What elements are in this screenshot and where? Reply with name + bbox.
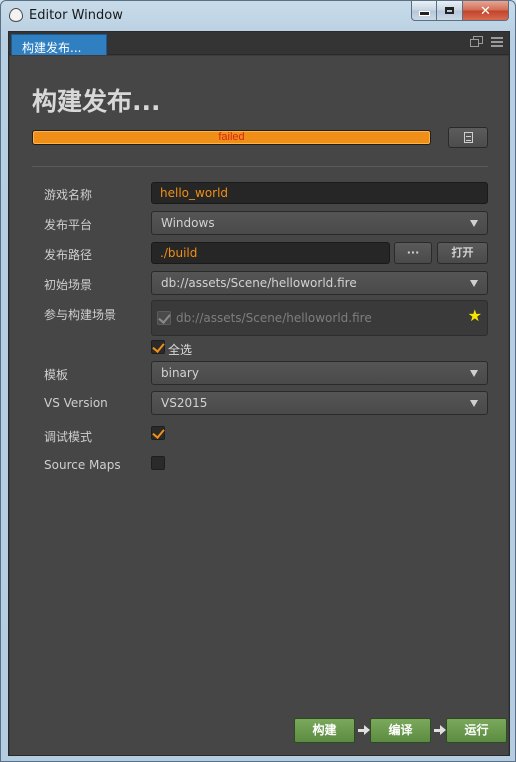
tab-bar-icons	[470, 36, 503, 47]
popout-icon[interactable]	[470, 36, 483, 47]
app-icon	[9, 8, 23, 22]
open-log-icon	[464, 132, 473, 143]
vs-version-label: VS Version	[44, 396, 108, 410]
chevron-down-icon	[470, 220, 478, 227]
vs-version-select[interactable]: VS2015	[151, 391, 488, 415]
chevron-down-icon	[470, 280, 478, 287]
close-button[interactable]: ✕	[463, 1, 509, 21]
page-title: 构建发布...	[32, 87, 161, 116]
open-log-button[interactable]	[448, 127, 488, 148]
select-all-label: 全选	[168, 343, 193, 357]
window-controls: ✕	[411, 1, 509, 21]
editor-window: Editor Window ✕ 构建发布... 构建发布... failed 游…	[0, 0, 516, 762]
select-all-checkbox[interactable]	[151, 340, 165, 354]
tab-build[interactable]: 构建发布...	[11, 34, 107, 55]
maximize-button[interactable]	[437, 1, 463, 21]
progress-status: failed	[218, 131, 245, 143]
scenes-label: 参与构建场景	[44, 308, 117, 322]
platform-select[interactable]: Windows	[151, 211, 488, 235]
run-button[interactable]: 运行	[446, 718, 507, 743]
minimize-icon	[418, 11, 430, 16]
scene-path: db://assets/Scene/helloworld.fire	[176, 311, 372, 325]
source-maps-checkbox[interactable]	[151, 456, 165, 470]
start-scene-value: db://assets/Scene/helloworld.fire	[161, 276, 357, 290]
debug-label: 调试模式	[44, 430, 93, 444]
source-maps-label: Source Maps	[44, 458, 121, 472]
build-path-input[interactable]: ./build	[151, 242, 390, 264]
window-title: Editor Window	[29, 8, 123, 23]
divider	[32, 166, 488, 167]
panel: 构建发布... 构建发布... failed 游戏名称 hello_world …	[8, 31, 510, 756]
template-label: 模板	[44, 368, 69, 382]
build-path-label: 发布路径	[44, 248, 93, 262]
title-bar[interactable]: Editor Window ✕	[1, 1, 515, 31]
template-select[interactable]: binary	[151, 361, 488, 385]
start-scene-select[interactable]: db://assets/Scene/helloworld.fire	[151, 271, 488, 295]
chevron-down-icon	[470, 370, 478, 377]
scene-checkbox	[157, 311, 171, 325]
tab-bar: 构建发布...	[9, 32, 509, 55]
debug-checkbox[interactable]	[151, 426, 165, 440]
open-folder-button[interactable]: 打开	[437, 242, 488, 264]
game-name-input[interactable]: hello_world	[151, 182, 488, 204]
vs-version-value: VS2015	[161, 396, 208, 410]
platform-label: 发布平台	[44, 218, 93, 232]
game-name-label: 游戏名称	[44, 188, 93, 202]
menu-icon[interactable]	[491, 37, 503, 47]
build-progress-bar: failed	[32, 130, 431, 145]
close-icon: ✕	[480, 2, 491, 18]
star-icon: ★	[467, 308, 482, 325]
platform-value: Windows	[161, 216, 215, 230]
minimize-button[interactable]	[411, 1, 437, 21]
start-scene-label: 初始场景	[44, 278, 93, 292]
template-value: binary	[161, 366, 199, 380]
chevron-down-icon	[470, 400, 478, 407]
compile-button[interactable]: 编译	[370, 718, 431, 743]
scene-list: db://assets/Scene/helloworld.fire ★	[151, 300, 488, 336]
arrow-right-icon	[434, 725, 446, 736]
build-panel-content: 构建发布... failed 游戏名称 hello_world 发布平台 Win…	[10, 56, 508, 755]
build-button[interactable]: 构建	[294, 718, 355, 743]
arrow-right-icon	[358, 725, 370, 736]
browse-button[interactable]: ···	[394, 242, 432, 264]
maximize-icon	[445, 7, 454, 14]
